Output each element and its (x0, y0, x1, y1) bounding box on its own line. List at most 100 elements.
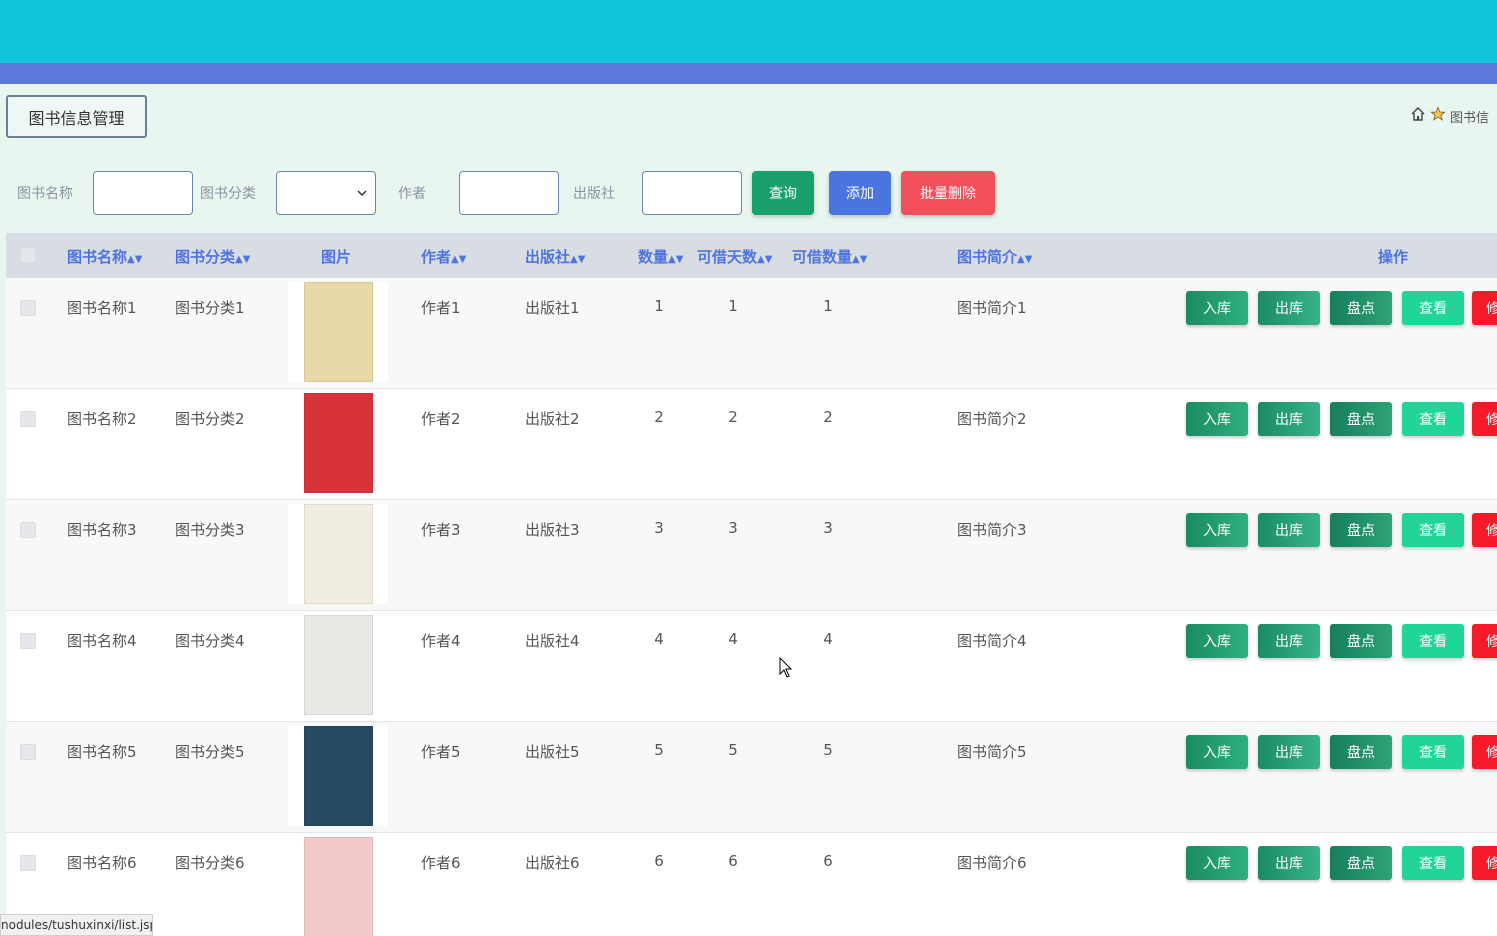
cell-publisher: 出版社5 (525, 743, 580, 761)
view-button[interactable]: 查看 (1402, 513, 1464, 547)
table-row: 图书名称3 图书分类3 作者3 出版社3 3 3 3 图书简介3 入库 出库 盘点 查看修 (6, 500, 1497, 611)
cell-borrow-days: 3 (728, 519, 738, 537)
view-button[interactable]: 查看 (1402, 291, 1464, 325)
publisher-label: 出版社 (573, 186, 615, 202)
cell-intro: 图书简介6 (957, 854, 1027, 872)
edit-button[interactable]: 修 (1472, 402, 1497, 436)
inventory-check-button[interactable]: 盘点 (1330, 735, 1392, 769)
cell-publisher: 出版社3 (525, 521, 580, 539)
cell-name: 图书名称4 (67, 632, 137, 650)
category-label: 图书分类 (200, 186, 256, 202)
cell-borrow-qty: 3 (823, 519, 833, 537)
cell-intro: 图书简介1 (957, 299, 1027, 317)
cell-name: 图书名称3 (67, 521, 137, 539)
cell-quantity: 5 (654, 741, 664, 759)
cell-intro: 图书简介3 (957, 521, 1027, 539)
inventory-check-button[interactable]: 盘点 (1330, 291, 1392, 325)
add-button[interactable]: 添加 (829, 171, 891, 215)
sort-icon: ▲▼ (1017, 254, 1033, 265)
inventory-check-button[interactable]: 盘点 (1330, 846, 1392, 880)
stock-in-button[interactable]: 入库 (1186, 624, 1248, 658)
cover-art (303, 726, 373, 826)
cell-category: 图书分类4 (175, 632, 245, 650)
header-author[interactable]: 作者▲▼ (421, 246, 466, 267)
author-label: 作者 (398, 186, 426, 202)
stock-out-button[interactable]: 出库 (1258, 624, 1320, 658)
header-name[interactable]: 图书名称▲▼ (67, 246, 142, 267)
cell-category: 图书分类5 (175, 743, 245, 761)
query-button[interactable]: 查询 (752, 171, 814, 215)
header-publisher[interactable]: 出版社▲▼ (525, 246, 585, 267)
cover-art (303, 282, 373, 382)
book-cover-image (288, 282, 388, 382)
cell-name: 图书名称2 (67, 410, 137, 428)
cell-borrow-days: 1 (728, 297, 738, 315)
stock-in-button[interactable]: 入库 (1186, 291, 1248, 325)
row-checkbox[interactable] (20, 633, 36, 649)
header-category[interactable]: 图书分类▲▼ (175, 246, 250, 267)
header-borrow-qty[interactable]: 可借数量▲▼ (792, 246, 867, 267)
inventory-check-button[interactable]: 盘点 (1330, 513, 1392, 547)
edit-button[interactable]: 修 (1472, 846, 1497, 880)
book-table: 图书名称▲▼ 图书分类▲▼ 图片 作者▲▼ 出版社▲▼ 数量▲▼ 可借天数▲▼ … (6, 233, 1497, 936)
row-checkbox[interactable] (20, 744, 36, 760)
breadcrumb-current[interactable]: 图书信 (1450, 107, 1489, 126)
header-quantity[interactable]: 数量▲▼ (638, 246, 683, 267)
header-image: 图片 (321, 248, 352, 266)
row-checkbox[interactable] (20, 855, 36, 871)
book-cover-image (288, 837, 388, 936)
star-icon (1430, 106, 1446, 126)
table-row: 图书名称1 图书分类1 作者1 出版社1 1 1 1 图书简介1 入库 出库 盘点 查看修 (6, 278, 1497, 389)
header-intro[interactable]: 图书简介▲▼ (957, 246, 1032, 267)
edit-button[interactable]: 修 (1472, 624, 1497, 658)
cell-publisher: 出版社4 (525, 632, 580, 650)
stock-out-button[interactable]: 出库 (1258, 846, 1320, 880)
cell-name: 图书名称5 (67, 743, 137, 761)
edit-button[interactable]: 修 (1472, 735, 1497, 769)
page-title: 图书信息管理 (6, 95, 147, 138)
row-checkbox[interactable] (20, 411, 36, 427)
sort-icon: ▲▼ (235, 254, 251, 265)
row-checkbox[interactable] (20, 300, 36, 316)
header-borrow-days[interactable]: 可借天数▲▼ (697, 246, 772, 267)
sort-icon: ▲▼ (852, 254, 868, 265)
author-search-input[interactable] (459, 171, 559, 215)
stock-out-button[interactable]: 出库 (1258, 402, 1320, 436)
stock-out-button[interactable]: 出库 (1258, 291, 1320, 325)
chevron-down-icon (357, 190, 367, 197)
breadcrumb: 图书信 (1410, 106, 1489, 126)
sort-icon: ▲▼ (757, 254, 773, 265)
cell-name: 图书名称1 (67, 299, 137, 317)
table-header: 图书名称▲▼ 图书分类▲▼ 图片 作者▲▼ 出版社▲▼ 数量▲▼ 可借天数▲▼ … (6, 233, 1497, 278)
stock-in-button[interactable]: 入库 (1186, 846, 1248, 880)
book-cover-image (288, 393, 388, 493)
edit-button[interactable]: 修 (1472, 513, 1497, 547)
row-checkbox[interactable] (20, 522, 36, 538)
home-icon[interactable] (1410, 106, 1426, 126)
cell-category: 图书分类2 (175, 410, 245, 428)
view-button[interactable]: 查看 (1402, 624, 1464, 658)
stock-out-button[interactable]: 出库 (1258, 735, 1320, 769)
batch-delete-button[interactable]: 批量删除 (901, 171, 995, 215)
table-row: 图书名称2 图书分类2 作者2 出版社2 2 2 2 图书简介2 入库 出库 盘点 查看修 (6, 389, 1497, 500)
view-button[interactable]: 查看 (1402, 402, 1464, 436)
cell-publisher: 出版社2 (525, 410, 580, 428)
table-row: 图书名称6 图书分类6 作者6 出版社6 6 6 6 图书简介6 入库 出库 盘点 查看修 (6, 833, 1497, 936)
publisher-search-input[interactable] (642, 171, 742, 215)
stock-in-button[interactable]: 入库 (1186, 513, 1248, 547)
inventory-check-button[interactable]: 盘点 (1330, 624, 1392, 658)
category-select[interactable] (276, 171, 376, 215)
view-button[interactable]: 查看 (1402, 846, 1464, 880)
name-label: 图书名称 (17, 186, 73, 202)
inventory-check-button[interactable]: 盘点 (1330, 402, 1392, 436)
table-row: 图书名称5 图书分类5 作者5 出版社5 5 5 5 图书简介5 入库 出库 盘点 查看修 (6, 722, 1497, 833)
cell-intro: 图书简介4 (957, 632, 1027, 650)
name-search-input[interactable] (93, 171, 193, 215)
select-all-checkbox[interactable] (20, 247, 36, 263)
view-button[interactable]: 查看 (1402, 735, 1464, 769)
stock-in-button[interactable]: 入库 (1186, 735, 1248, 769)
stock-in-button[interactable]: 入库 (1186, 402, 1248, 436)
cover-art (303, 504, 373, 604)
stock-out-button[interactable]: 出库 (1258, 513, 1320, 547)
edit-button[interactable]: 修 (1472, 291, 1497, 325)
